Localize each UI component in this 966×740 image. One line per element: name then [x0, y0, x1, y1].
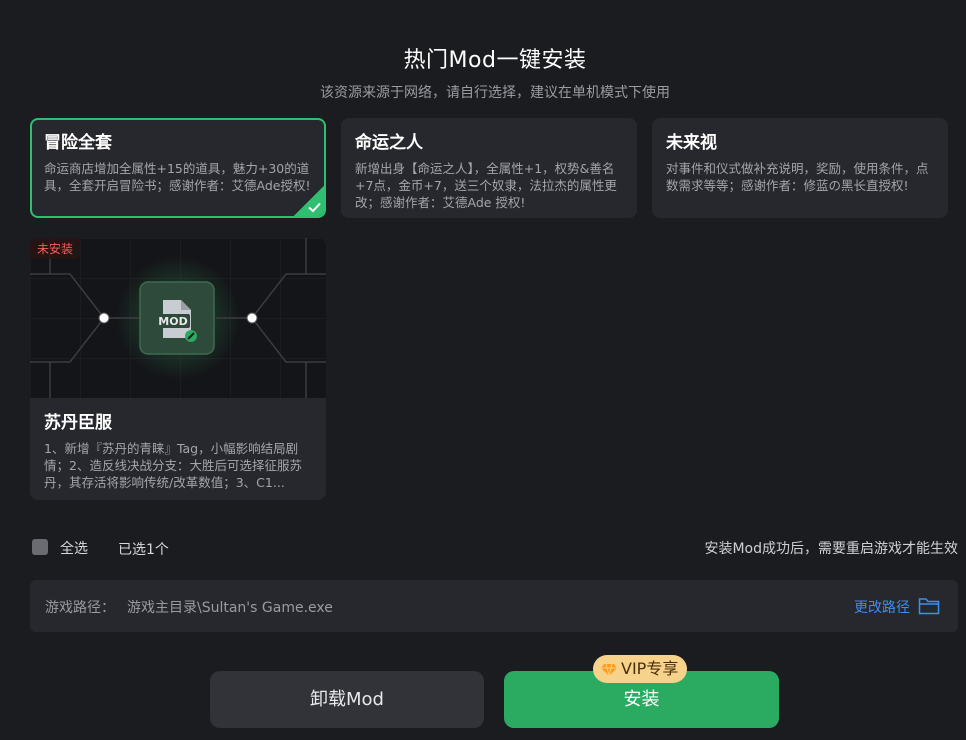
- mod-card-description: 命运商店增加全属性+15的道具，魅力+30的道具，全套开启冒险书；感谢作者：艾德…: [44, 161, 311, 193]
- vip-exclusive-badge: VIP专享: [593, 655, 688, 683]
- mod-card-title: 未来视: [666, 133, 717, 153]
- selected-count: 已选1个: [118, 542, 169, 558]
- uninstall-mod-button[interactable]: 卸载Mod: [210, 671, 484, 728]
- mod-card-description: 新增出身【命运之人】，全属性+1，权势&善名+7点，金币+7，送三个奴隶，法拉杰…: [355, 161, 617, 210]
- selected-check-badge: [294, 186, 324, 216]
- mod-card-future-sight[interactable]: 未来视 对事件和仪式做补充说明，奖励，使用条件，点数需求等等；感谢作者：修蓝の黑…: [652, 118, 948, 218]
- game-path-label: 游戏路径：: [45, 600, 115, 616]
- mod-card-sultan-submission[interactable]: MOD 未安装 苏丹臣服 1、新增『苏丹的青睐』Tag，小幅影响结局剧情；2、造…: [30, 238, 326, 500]
- change-path-link[interactable]: 更改路径: [854, 597, 910, 617]
- game-path-value: 游戏主目录\Sultan's Game.exe: [127, 600, 333, 616]
- mod-installer-dialog: 热门Mod一键安装 该资源来源于网络，请自行选择，建议在单机模式下使用 冒险全套…: [0, 0, 966, 740]
- check-icon: [308, 202, 321, 213]
- mod-card-description: 对事件和仪式做补充说明，奖励，使用条件，点数需求等等；感谢作者：修蓝の黑长直授权…: [666, 161, 929, 193]
- dialog-subtitle: 该资源来源于网络，请自行选择，建议在单机模式下使用: [320, 85, 670, 101]
- svg-text:MOD: MOD: [158, 315, 187, 328]
- restart-note: 安装Mod成功后，需要重启游戏才能生效: [704, 541, 958, 557]
- folder-icon[interactable]: [918, 596, 940, 616]
- mod-card-title: 命运之人: [355, 133, 423, 153]
- select-all-label[interactable]: 全选: [60, 538, 88, 558]
- dialog-title: 热门Mod一键安装: [403, 48, 587, 73]
- mod-card-description: 1、新增『苏丹的青睐』Tag，小幅影响结局剧情；2、造反线决战分支：大胜后可选择…: [44, 441, 302, 490]
- uninstalled-badge: 未安装: [30, 238, 81, 259]
- mod-thumbnail: MOD 未安装: [30, 238, 326, 398]
- selection-footer: 全选 已选1个 安装Mod成功后，需要重启游戏才能生效: [32, 537, 958, 559]
- mod-card-man-of-destiny[interactable]: 命运之人 新增出身【命运之人】，全属性+1，权势&善名+7点，金币+7，送三个奴…: [341, 118, 637, 218]
- mod-card-title: 苏丹臣服: [44, 413, 112, 433]
- game-path-bar: 游戏路径： 游戏主目录\Sultan's Game.exe 更改路径: [30, 580, 958, 632]
- mod-card-adventure-set[interactable]: 冒险全套 命运商店增加全属性+15的道具，魅力+30的道具，全套开启冒险书；感谢…: [30, 118, 326, 218]
- mod-card-title: 冒险全套: [44, 133, 112, 153]
- select-all-checkbox[interactable]: [32, 539, 48, 555]
- vip-badge-label: VIP专享: [621, 659, 679, 678]
- gem-icon: [601, 663, 617, 676]
- mod-file-icon: MOD: [156, 300, 197, 342]
